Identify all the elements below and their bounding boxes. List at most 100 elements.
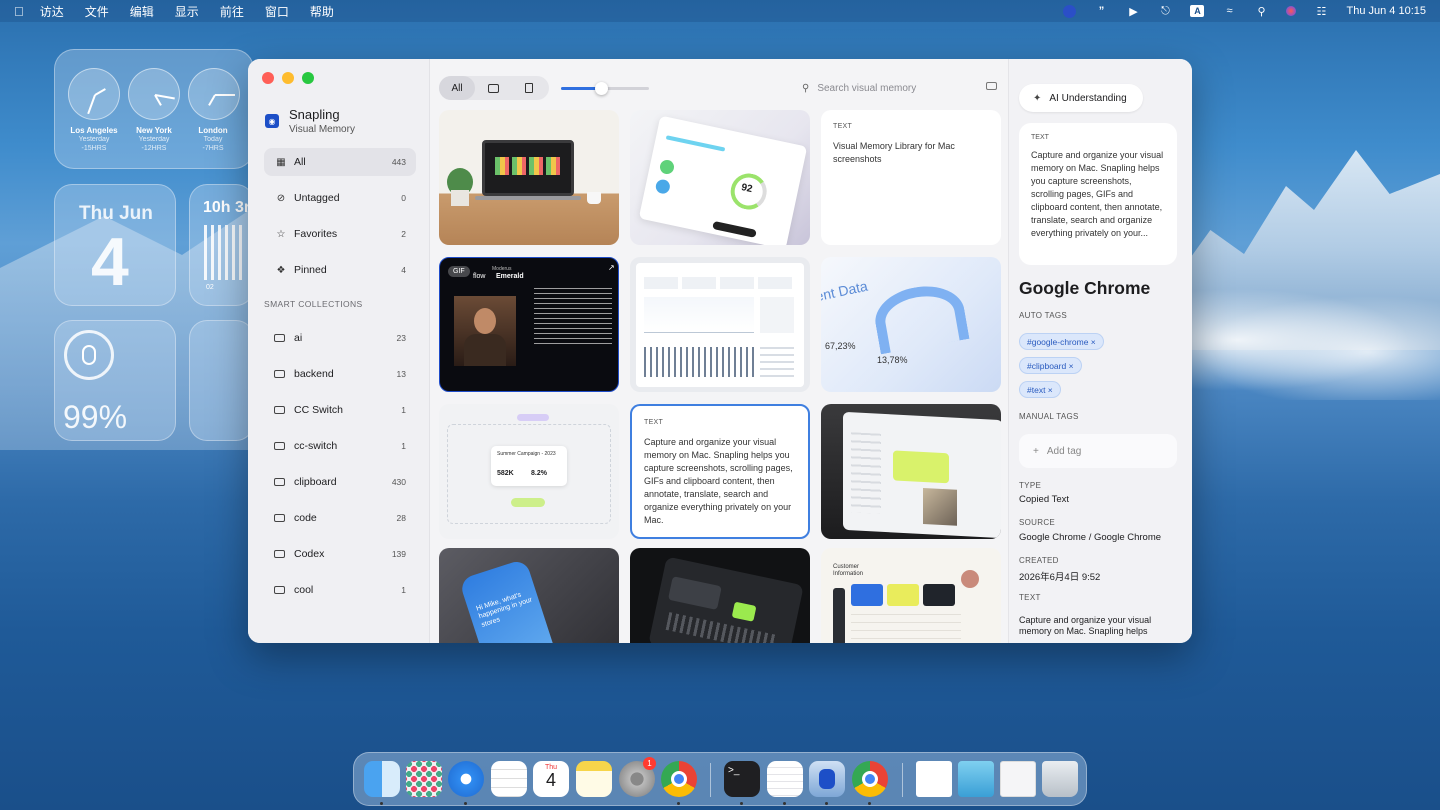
menu-edit[interactable]: 编辑 (130, 3, 154, 20)
dock-snapling-icon[interactable] (809, 761, 845, 797)
menu-finder[interactable]: 访达 (40, 3, 64, 20)
control-center-icon[interactable]: ☷ (1314, 5, 1328, 18)
sidebar-item-count: 139 (391, 549, 406, 559)
thumb-phone-chat[interactable]: Hi Mike, what's happening in your stores (439, 548, 619, 643)
text-card-selected[interactable]: TEXT Capture and organize your visual me… (630, 404, 810, 539)
calendar-widget[interactable]: Thu Jun 4 (54, 184, 176, 306)
zoom-slider[interactable] (561, 82, 649, 95)
dock-chrome-app-icon[interactable] (852, 761, 888, 797)
dock-document-icon[interactable] (916, 761, 952, 797)
play-icon[interactable]: ▶ (1126, 5, 1140, 18)
dock-chrome-icon[interactable] (661, 761, 697, 797)
sidebar-item-untagged[interactable]: ⊘ Untagged 0 (264, 184, 416, 212)
campaign-value-1: 582K (497, 470, 514, 477)
search-input[interactable]: Search visual memory (817, 83, 916, 94)
thumb-3d-chart[interactable]: ent Data 67,23% 13,78% (821, 257, 1001, 392)
thumb-campaign-flow[interactable]: Summer Campaign - 2023 582K 8.2% (439, 404, 619, 539)
thumb-analytics-dashboard[interactable] (630, 257, 810, 392)
timer-label: 10h 3r (203, 199, 251, 216)
dock-running-indicator (677, 802, 680, 805)
timer-widget[interactable]: 10h 3r 02 (189, 184, 254, 306)
apple-menu-icon[interactable]:  (14, 4, 24, 19)
sidebar-item-favorites[interactable]: ☆ Favorites 2 (264, 220, 416, 248)
text-card-library[interactable]: TEXT Visual Memory Library for Mac scree… (821, 110, 1001, 245)
source-label: SOURCE (1019, 518, 1056, 527)
clock-city-3: London (198, 126, 228, 135)
sidebar-item-count: 1 (401, 585, 406, 595)
menu-file[interactable]: 文件 (85, 3, 109, 20)
dock-trash-icon[interactable] (1042, 761, 1078, 797)
filter-docs-button[interactable] (511, 76, 547, 100)
zoom-button[interactable] (302, 72, 314, 84)
battery-widget[interactable]: 99% (54, 320, 176, 441)
thumb-property-laptop[interactable] (821, 404, 1001, 539)
tag-google-chrome[interactable]: #google-chrome × (1019, 333, 1104, 350)
filter-all-button[interactable]: All (439, 76, 475, 100)
zoom-slider-knob[interactable] (594, 82, 608, 95)
radial-bars (870, 279, 970, 355)
sidebar-item-codex[interactable]: Codex 139 (264, 540, 416, 568)
close-button[interactable] (262, 72, 274, 84)
customer-card-2 (887, 584, 919, 606)
sidebar-item-cool[interactable]: cool 1 (264, 576, 416, 604)
menu-help[interactable]: 帮助 (310, 3, 334, 20)
sidebar-item-clipboard[interactable]: clipboard 430 (264, 468, 416, 496)
menu-window[interactable]: 窗口 (265, 3, 289, 20)
mouse-icon (64, 330, 114, 380)
ai-understanding-button[interactable]: ✦ AI Understanding (1019, 84, 1143, 112)
dock-launchpad-icon[interactable] (406, 761, 442, 797)
add-tag-input[interactable]: Add tag (1047, 446, 1081, 457)
dock-finder-icon[interactable] (364, 761, 400, 797)
sidebar-item-count: 443 (391, 157, 406, 167)
menu-go[interactable]: 前往 (220, 3, 244, 20)
text-preview: Capture and organize your visual memory … (1031, 150, 1164, 239)
campaign-title: Summer Campaign - 2023 (497, 451, 556, 457)
tag-clipboard[interactable]: #clipboard × (1019, 357, 1082, 374)
dock-running-indicator (740, 802, 743, 805)
thumb-dashboard-purple[interactable]: 92 (630, 110, 810, 245)
dock-notes-icon[interactable] (576, 761, 612, 797)
sidebar-item-label: backend (294, 368, 334, 380)
quote-icon[interactable]: ” (1094, 5, 1108, 17)
timer-sub: 02 (206, 284, 214, 291)
thumb-emerald-gif[interactable]: GIF Moderus flow Emerald ↗ (439, 257, 619, 392)
sidebar-item-ai[interactable]: ai 23 (264, 324, 416, 352)
sparkle-icon: ✦ (1033, 92, 1042, 104)
dock-window-icon[interactable] (1000, 761, 1036, 797)
dock-safari-icon[interactable] (448, 761, 484, 797)
search-field[interactable]: ⚲ Search visual memory (802, 79, 992, 97)
thumb-tablet-dark[interactable] (630, 548, 810, 643)
folder-icon[interactable] (986, 82, 997, 90)
headphones-icon[interactable]: ⎋ (1158, 5, 1172, 17)
dock-textedit-icon[interactable] (767, 761, 803, 797)
sidebar-item-pinned[interactable]: ❖ Pinned 4 (264, 256, 416, 284)
sidebar-item-code[interactable]: code 28 (264, 504, 416, 532)
sidebar-item-backend[interactable]: backend 13 (264, 360, 416, 388)
menu-datetime[interactable]: Thu Jun 4 10:15 (1346, 5, 1426, 17)
siri-icon[interactable] (1286, 6, 1297, 16)
minimize-button[interactable] (282, 72, 294, 84)
folder-icon (274, 586, 285, 594)
thumb-customer-info[interactable]: Customer Information (821, 548, 1001, 643)
spotlight-icon[interactable]: ⚲ (1254, 5, 1268, 18)
dock-terminal-icon[interactable]: >_ (724, 761, 760, 797)
menu-view[interactable]: 显示 (175, 3, 199, 20)
tag-slash-icon: ⊘ (276, 192, 286, 204)
dock-folder-icon[interactable] (958, 761, 994, 797)
snapling-status-icon[interactable] (1063, 4, 1077, 18)
sidebar-item-cc-switch[interactable]: CC Switch 1 (264, 396, 416, 424)
dock-calendar-icon[interactable]: Thu 4 (533, 761, 569, 797)
empty-widget[interactable] (189, 320, 254, 441)
dock-reminders-icon[interactable] (491, 761, 527, 797)
world-clock-widget[interactable]: Los Angeles Yesterday -15HRS New York Ye… (54, 49, 254, 169)
add-tag-field[interactable]: + Add tag (1019, 434, 1177, 468)
input-source-icon[interactable]: A (1190, 5, 1205, 17)
sidebar-item-cc-switch-lower[interactable]: cc-switch 1 (264, 432, 416, 460)
sidebar-item-all[interactable]: ▦ All 443 (264, 148, 416, 176)
thumb-laptop-desk[interactable] (439, 110, 619, 245)
wifi-icon[interactable]: ≈ (1222, 5, 1236, 17)
filter-images-button[interactable] (475, 76, 511, 100)
external-link-icon[interactable]: ↗ (608, 263, 615, 272)
sidebar-item-label: clipboard (294, 476, 337, 488)
tag-text[interactable]: #text × (1019, 381, 1061, 398)
